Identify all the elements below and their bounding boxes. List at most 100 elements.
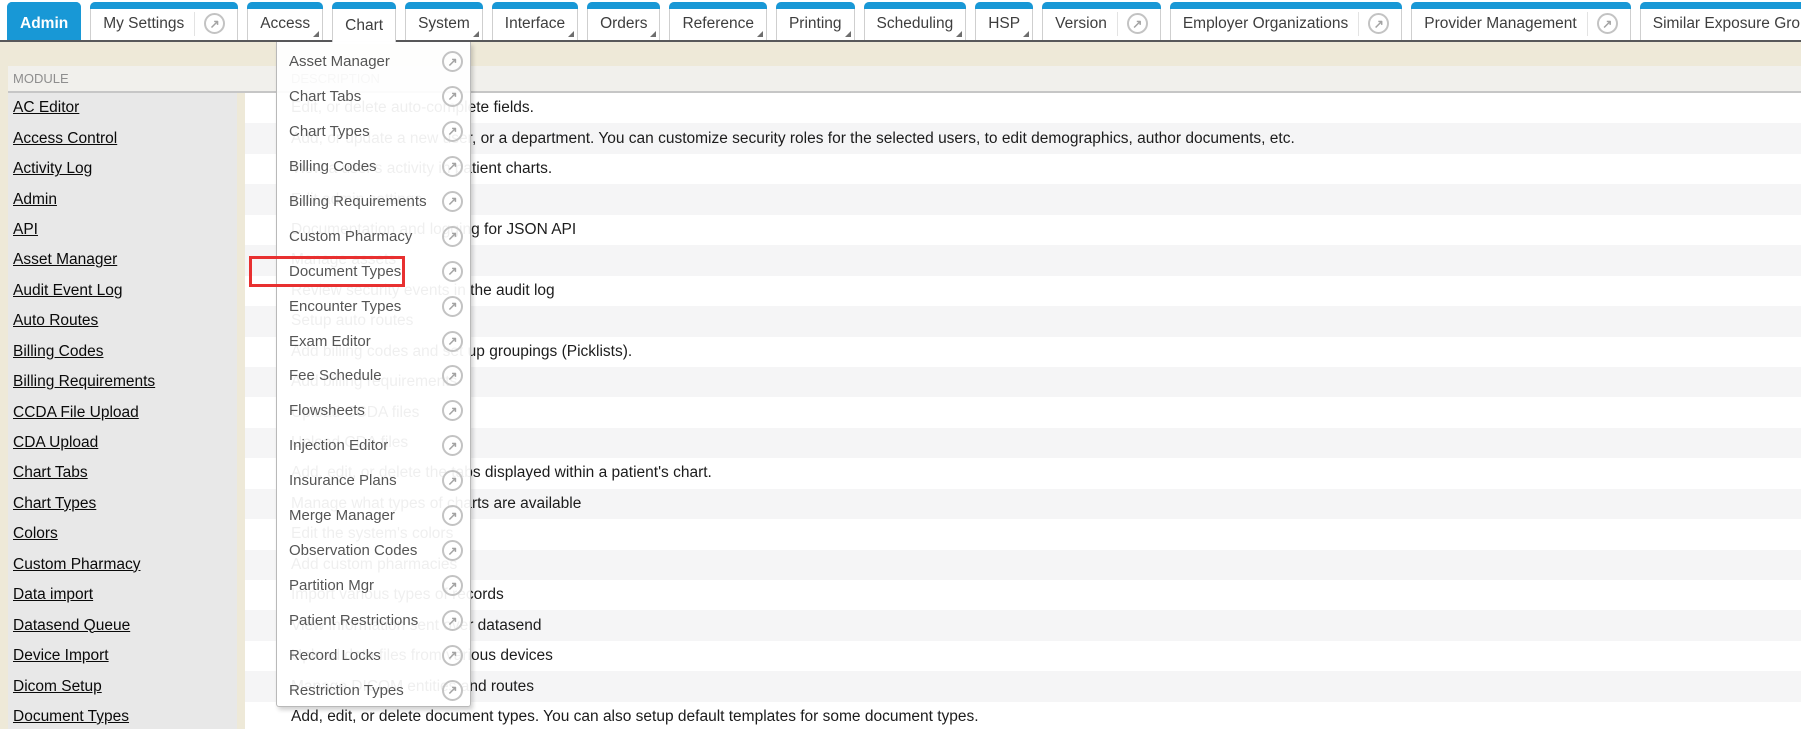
menu-item-insurance-plans[interactable]: Insurance Plans ↗	[277, 463, 470, 498]
menu-item-label: Insurance Plans	[289, 472, 397, 489]
module-link-ccda-file-upload[interactable]: CCDA File Upload	[13, 404, 139, 422]
module-description: Add, or update a new user, or a departme…	[245, 123, 1801, 153]
module-link-data-import[interactable]: Data import	[13, 586, 93, 604]
tab-printing[interactable]: Printing	[776, 2, 855, 40]
module-description: Upload CCDA files	[245, 397, 1801, 427]
module-link-audit-event-log[interactable]: Audit Event Log	[13, 282, 122, 300]
menu-item-flowsheets[interactable]: Flowsheets↗	[277, 393, 470, 428]
tab-label: System	[418, 15, 470, 33]
module-link-billing-codes[interactable]: Billing Codes	[13, 343, 103, 361]
external-link-icon[interactable]: ↗	[442, 296, 463, 317]
tab-chart[interactable]: Chart	[332, 2, 396, 44]
menu-item-observation-codes[interactable]: Observation Codes↗	[277, 533, 470, 568]
menu-item-patient-restrictions[interactable]: Patient Restrictions↗	[277, 603, 470, 638]
module-link-cda-upload[interactable]: CDA Upload	[13, 434, 98, 452]
tab-similar-exposure-groups-segs[interactable]: Similar Exposure Groups (SEGs)↗	[1640, 2, 1801, 40]
menu-item-label: Injection Editor	[289, 437, 388, 454]
module-cell: Auto Routes	[8, 306, 237, 336]
menu-item-exam-editor[interactable]: Exam Editor↗	[277, 324, 470, 359]
module-cell: Document Types	[8, 702, 237, 729]
menu-item-encounter-types[interactable]: Encounter Types ↗	[277, 289, 470, 324]
column-gap	[237, 671, 245, 701]
tab-orders[interactable]: Orders	[587, 2, 660, 40]
external-link-icon[interactable]: ↗	[442, 365, 463, 386]
column-gap	[237, 154, 245, 184]
tab-label: Access	[260, 15, 310, 33]
external-link-icon[interactable]: ↗	[442, 575, 463, 596]
tab-hsp[interactable]: HSP	[975, 2, 1033, 40]
module-link-ac-editor[interactable]: AC Editor	[13, 99, 79, 117]
external-link-icon[interactable]: ↗	[1368, 13, 1389, 34]
external-link-icon[interactable]: ↗	[1127, 13, 1148, 34]
external-link-icon[interactable]: ↗	[442, 680, 463, 701]
external-link-icon[interactable]: ↗	[442, 610, 463, 631]
module-link-device-import[interactable]: Device Import	[13, 647, 109, 665]
module-link-api[interactable]: API	[13, 221, 38, 239]
tab-my-settings[interactable]: My Settings↗	[90, 2, 238, 40]
tab-label: Employer Organizations	[1183, 15, 1348, 33]
external-link-icon[interactable]: ↗	[442, 435, 463, 456]
menu-item-custom-pharmacy[interactable]: Custom Pharmacy↗	[277, 219, 470, 254]
external-link-icon[interactable]: ↗	[442, 400, 463, 421]
module-link-document-types[interactable]: Document Types	[13, 708, 129, 726]
column-gap	[237, 397, 245, 427]
tab-interface[interactable]: Interface	[492, 2, 578, 40]
menu-item-billing-codes[interactable]: Billing Codes↗	[277, 149, 470, 184]
module-link-billing-requirements[interactable]: Billing Requirements	[13, 373, 155, 391]
tab-access[interactable]: Access	[247, 2, 323, 40]
menu-item-chart-tabs[interactable]: Chart Tabs↗	[277, 79, 470, 114]
module-link-custom-pharmacy[interactable]: Custom Pharmacy	[13, 556, 140, 574]
module-link-colors[interactable]: Colors	[13, 525, 58, 543]
module-link-asset-manager[interactable]: Asset Manager	[13, 251, 117, 269]
chart-dropdown-menu: Asset Manager↗Chart Tabs↗Chart Types↗Bil…	[276, 42, 471, 707]
external-link-icon[interactable]: ↗	[442, 331, 463, 352]
module-link-dicom-setup[interactable]: Dicom Setup	[13, 678, 102, 696]
external-link-icon[interactable]: ↗	[442, 505, 463, 526]
module-cell: Asset Manager	[8, 245, 237, 275]
tab-admin[interactable]: Admin	[7, 2, 81, 40]
module-link-auto-routes[interactable]: Auto Routes	[13, 312, 98, 330]
tab-system[interactable]: System	[405, 2, 483, 40]
external-link-icon[interactable]: ↗	[1597, 13, 1618, 34]
menu-item-partition-mgr[interactable]: Partition Mgr↗	[277, 568, 470, 603]
external-link-icon[interactable]: ↗	[442, 86, 463, 107]
module-link-datasend-queue[interactable]: Datasend Queue	[13, 617, 130, 635]
external-link-icon[interactable]: ↗	[442, 121, 463, 142]
menu-item-asset-manager[interactable]: Asset Manager↗	[277, 44, 470, 79]
module-description: Upload CDA files	[245, 428, 1801, 458]
external-link-icon[interactable]: ↗	[442, 51, 463, 72]
external-link-icon[interactable]: ↗	[442, 261, 463, 282]
module-cell: Custom Pharmacy	[8, 550, 237, 580]
menu-item-record-locks[interactable]: Record Locks↗	[277, 638, 470, 673]
menu-item-restriction-types[interactable]: Restriction Types↗	[277, 673, 470, 708]
external-link-icon[interactable]: ↗	[442, 645, 463, 666]
external-link-icon[interactable]: ↗	[442, 226, 463, 247]
column-gap	[237, 276, 245, 306]
module-link-access-control[interactable]: Access Control	[13, 130, 117, 148]
external-link-icon[interactable]: ↗	[442, 470, 463, 491]
module-link-chart-types[interactable]: Chart Types	[13, 495, 96, 513]
menu-item-chart-types[interactable]: Chart Types↗	[277, 114, 470, 149]
module-link-chart-tabs[interactable]: Chart Tabs	[13, 464, 88, 482]
external-link-icon[interactable]: ↗	[442, 156, 463, 177]
menu-item-injection-editor[interactable]: Injection Editor ↗	[277, 428, 470, 463]
module-link-activity-log[interactable]: Activity Log	[13, 160, 92, 178]
tab-version[interactable]: Version↗	[1042, 2, 1161, 40]
external-link-icon[interactable]: ↗	[442, 191, 463, 212]
menu-item-merge-manager[interactable]: Merge Manager↗	[277, 498, 470, 533]
module-description: Add custom pharmacies	[245, 550, 1801, 580]
tab-scheduling[interactable]: Scheduling	[864, 2, 967, 40]
external-link-icon[interactable]: ↗	[204, 13, 225, 34]
module-link-admin[interactable]: Admin	[13, 191, 57, 209]
menu-item-document-types[interactable]: Document Types↗	[277, 254, 470, 289]
external-link-icon[interactable]: ↗	[442, 540, 463, 561]
menu-item-billing-requirements[interactable]: Billing Requirements↗	[277, 184, 470, 219]
tab-provider-management[interactable]: Provider Management↗	[1411, 2, 1631, 40]
tab-employer-organizations[interactable]: Employer Organizations ↗	[1170, 2, 1402, 40]
menu-item-label: Encounter Types	[289, 298, 401, 315]
menu-item-fee-schedule[interactable]: Fee Schedule↗	[277, 358, 470, 393]
module-description: Manage assets	[245, 245, 1801, 275]
tab-label: Orders	[600, 15, 647, 33]
tab-reference[interactable]: Reference	[669, 2, 767, 40]
column-gap	[237, 215, 245, 245]
